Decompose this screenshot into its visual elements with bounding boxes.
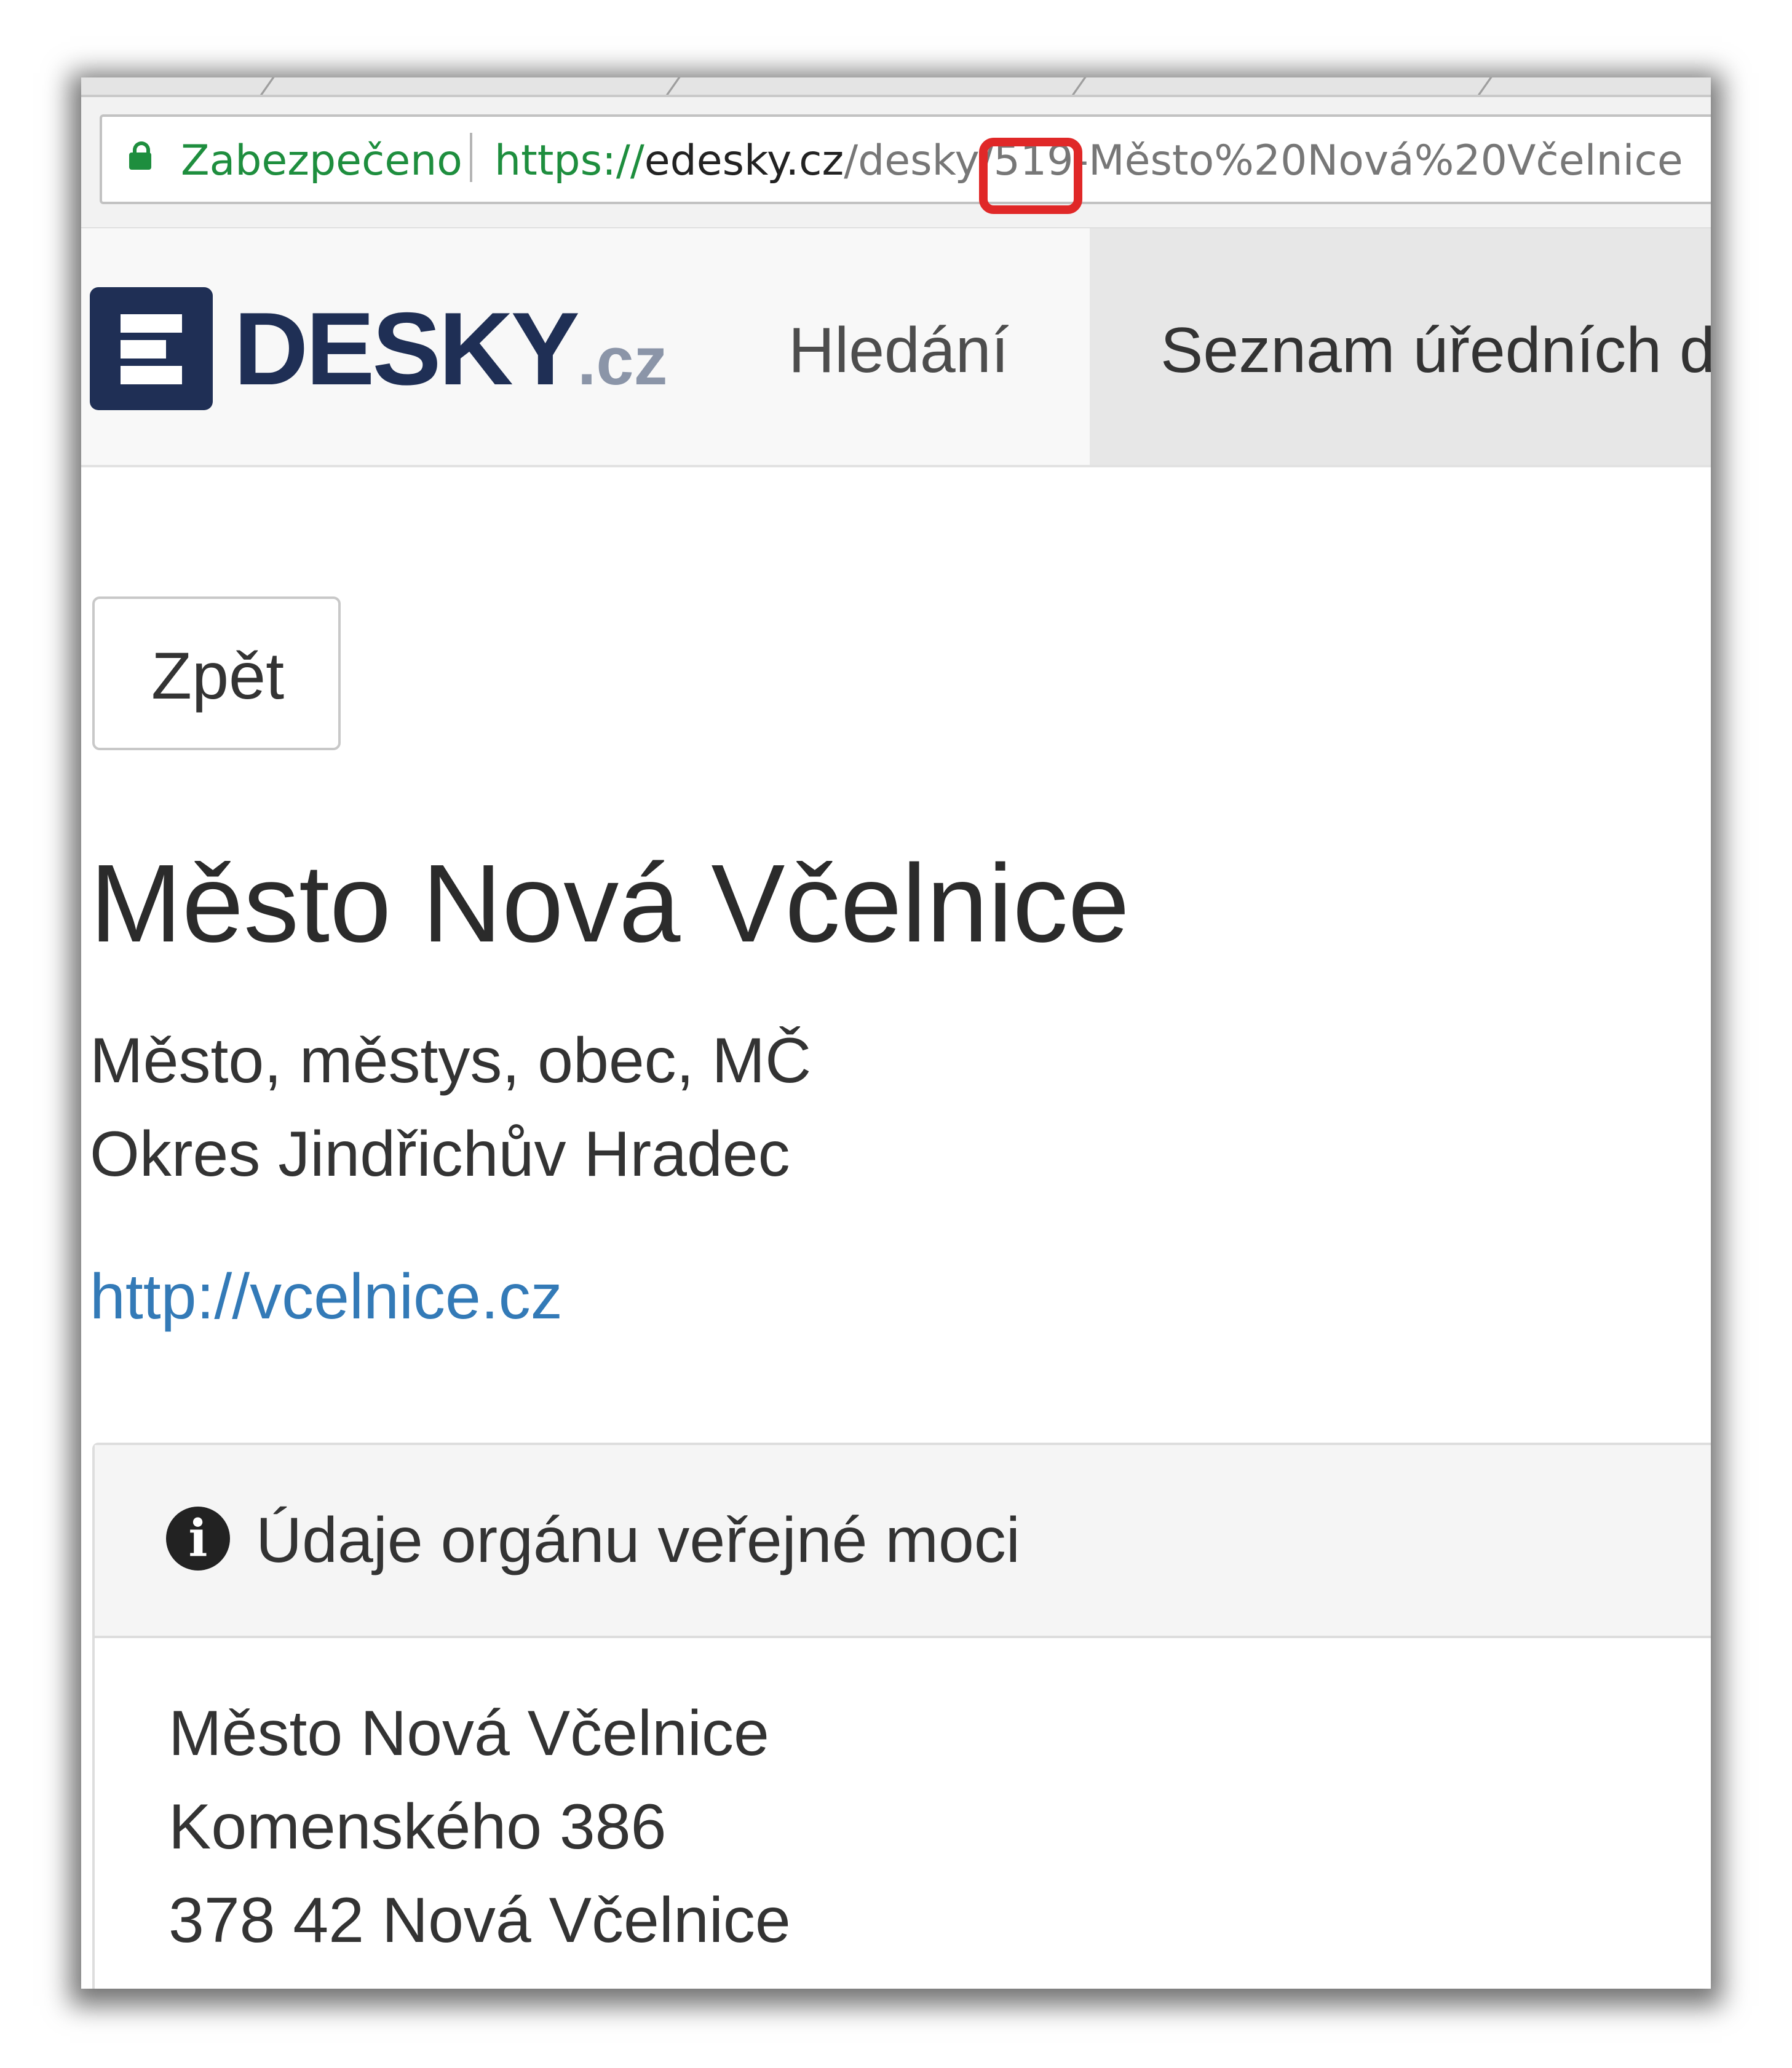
panel-title: Údaje orgánu veřejné moci	[256, 1505, 1020, 1576]
address-city: 378 42 Nová Včelnice	[168, 1885, 791, 1956]
organization-district: Okres Jindřichův Hradec	[90, 1119, 790, 1190]
site-logo[interactable]: DESKY.cz	[234, 290, 668, 408]
url-text[interactable]: https://edesky.cz/desky/519-Město%20Nová…	[494, 137, 1683, 185]
nav-boards-link[interactable]: Seznam úředních desek	[1160, 314, 1711, 387]
address-divider	[470, 133, 472, 182]
page-title: Město Nová Včelnice	[90, 842, 1130, 965]
logo-text: DESKY	[234, 291, 580, 406]
tab-divider	[1071, 77, 1087, 96]
url-path: /desky/519-Město%20Nová%20Včelnice	[844, 137, 1683, 185]
address-street: Komenského 386	[168, 1791, 667, 1863]
logo-tld: .cz	[577, 323, 668, 399]
tab-divider	[1477, 77, 1493, 96]
browser-window: Zabezpečeno https://edesky.cz/desky/519-…	[81, 77, 1711, 1989]
info-panel: i Údaje orgánu veřejné moci Město Nová V…	[92, 1443, 1711, 1989]
browser-toolbar: Zabezpečeno https://edesky.cz/desky/519-…	[81, 97, 1711, 229]
security-label[interactable]: Zabezpečeno	[181, 137, 462, 185]
address-name: Město Nová Včelnice	[168, 1698, 769, 1769]
tab-strip	[81, 77, 1711, 97]
tab-divider	[665, 77, 681, 96]
tab-divider	[259, 77, 275, 96]
organization-type: Město, městys, obec, MČ	[90, 1025, 812, 1096]
url-scheme: https://	[494, 137, 644, 185]
highlight-annotation	[979, 138, 1082, 214]
info-icon: i	[166, 1507, 230, 1571]
nav-search-link[interactable]: Hledání	[788, 314, 1009, 387]
panel-heading: i Údaje orgánu veřejné moci	[95, 1445, 1711, 1638]
lock-icon[interactable]	[129, 141, 151, 170]
address-bar[interactable]: Zabezpečeno https://edesky.cz/desky/519-…	[100, 114, 1711, 214]
url-host: edesky.cz	[644, 137, 844, 185]
back-button[interactable]: Zpět	[92, 596, 341, 750]
logo-icon[interactable]	[90, 287, 213, 410]
back-button-label: Zpět	[151, 638, 285, 713]
website-link[interactable]: http://vcelnice.cz	[90, 1261, 563, 1334]
site-header: DESKY.cz Hledání Seznam úředních desek	[81, 228, 1711, 467]
